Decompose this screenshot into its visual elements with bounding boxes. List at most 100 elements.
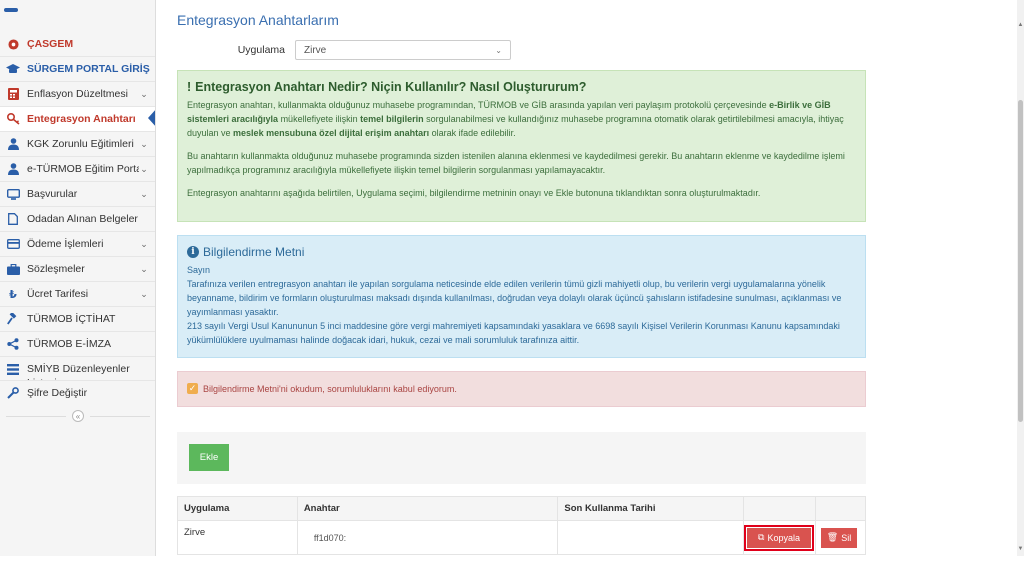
credit-card-icon <box>6 237 20 251</box>
disclosure-heading-text: Bilgilendirme Metni <box>203 245 305 259</box>
exclamation-icon: ! <box>187 80 192 94</box>
app-select[interactable]: Zirve ⌄ <box>295 40 511 60</box>
column-header-actions-2 <box>814 496 867 521</box>
sidebar-item-label: Odadan Alınan Belgeler <box>27 213 138 225</box>
delete-button-label: Sil <box>841 532 852 543</box>
cell-key: ff1d070: <box>296 520 559 555</box>
app-select-label: Uygulama <box>237 44 285 56</box>
sidebar-collapse-button[interactable]: « <box>72 410 84 422</box>
sidebar-item-label: Başvurular <box>27 188 78 200</box>
bottom-strip <box>0 556 1024 576</box>
user-icon <box>6 162 20 176</box>
column-header-actions-1 <box>743 496 816 521</box>
calculator-icon <box>6 87 20 101</box>
consent-checkbox[interactable]: ✓ <box>187 383 198 394</box>
sidebar-item-casgem[interactable]: ÇASGEM <box>0 32 155 57</box>
disclosure-paragraph: Sayın <box>187 265 211 275</box>
cell-delete: 🗑 Sil <box>814 520 867 555</box>
copy-button[interactable]: ⧉ Kopyala <box>744 524 814 551</box>
monitor-icon <box>6 187 20 201</box>
sidebar-item-label: KGK Zorunlu Eğitimleri <box>27 138 134 150</box>
active-indicator <box>148 108 155 128</box>
app-select-value: Zirve <box>304 44 327 56</box>
table-header-row: Uygulama Anahtar Son Kullanma Tarihi <box>177 496 867 521</box>
key-value-field[interactable]: ff1d070: <box>312 527 382 549</box>
sidebar-item-label: SMİYB Düzenleyenler Listesi <box>27 363 130 380</box>
cell-copy: ⧉ Kopyala <box>743 520 816 555</box>
sidebar-item-surgem-portal[interactable]: SÜRGEM PORTAL GİRİŞ <box>0 57 155 82</box>
sidebar-item-entegrasyon[interactable]: Entegrasyon Anahtarı <box>0 107 155 132</box>
sidebar-item-enflasyon[interactable]: Enflasyon Düzeltmesi ⌄ <box>0 82 155 107</box>
chevron-down-icon: ⌄ <box>140 238 148 249</box>
sidebar-item-turmob-eimza[interactable]: TÜRMOB E-İMZA <box>0 332 155 357</box>
trash-icon: 🗑 <box>826 532 839 542</box>
share-icon <box>6 337 20 351</box>
text-span: mükellefiyete ilişkin <box>278 114 361 124</box>
sidebar-item-label: Enflasyon Düzeltmesi <box>27 88 128 100</box>
circle-dot-icon <box>6 37 20 51</box>
add-panel: Ekle <box>177 432 866 484</box>
delete-button[interactable]: 🗑 Sil <box>820 527 857 548</box>
disclosure-heading: i Bilgilendirme Metni <box>187 245 865 259</box>
chevron-down-icon: ⌄ <box>140 188 148 199</box>
money-icon: ₺ <box>9 288 17 301</box>
sidebar-item-label: TÜRMOB E-İMZA <box>27 338 111 350</box>
vertical-scrollbar[interactable]: ▲ ▼ <box>1017 0 1024 556</box>
text-bold: temel bilgilerin <box>360 114 424 124</box>
cell-expiry <box>557 520 744 555</box>
sidebar-item-odeme[interactable]: Ödeme İşlemleri ⌄ <box>0 232 155 257</box>
disclosure-paragraph: Tarafınıza verilen entregrasyon anahtarı… <box>187 279 842 317</box>
scroll-up-icon[interactable]: ▲ <box>1017 22 1024 28</box>
divider <box>6 416 66 417</box>
sidebar-item-turmob-ictihat[interactable]: TÜRMOB İÇTİHAT <box>0 307 155 332</box>
table-row: Zirve ff1d070: ⧉ Kopyala 🗑 Sil <box>177 520 867 555</box>
scroll-down-icon[interactable]: ▼ <box>1017 546 1024 552</box>
keys-table: Uygulama Anahtar Son Kullanma Tarihi Zir… <box>177 496 867 555</box>
sidebar-item-label: SÜRGEM PORTAL GİRİŞ <box>27 63 150 75</box>
graduation-cap-icon <box>6 62 20 76</box>
sidebar-top-partial[interactable] <box>0 0 155 30</box>
consent-text: Bilgilendirme Metni'ni okudum, sorumlulu… <box>203 383 457 394</box>
disclosure-paragraph: 213 sayılı Vergi Usul Kanununun 5 inci m… <box>187 321 840 345</box>
text-span: Entegrasyon anahtarı, kullanmakta olduğu… <box>187 100 770 110</box>
add-button[interactable]: Ekle <box>189 444 229 471</box>
sidebar-item-odadan-belgeler[interactable]: Odadan Alınan Belgeler <box>0 207 155 232</box>
sidebar-item-label: TÜRMOB İÇTİHAT <box>27 313 116 325</box>
info-box-heading: ! Entegrasyon Anahtarı Nedir? Niçin Kulla… <box>187 80 865 94</box>
sidebar-item-sozlesmeler[interactable]: Sözleşmeler ⌄ <box>0 257 155 282</box>
file-icon <box>6 212 20 226</box>
text-span: olarak ifade edilebilir. <box>429 128 516 138</box>
column-header-key: Anahtar <box>296 496 559 521</box>
info-box-heading-text: Entegrasyon Anahtarı Nedir? Niçin Kullan… <box>195 80 587 94</box>
chevron-down-icon: ⌄ <box>495 45 502 55</box>
divider <box>90 416 150 417</box>
info-icon: i <box>187 246 199 258</box>
sidebar-item-sifre-degistir[interactable]: Şifre Değiştir <box>0 380 155 405</box>
scrollbar-thumb[interactable] <box>1018 100 1023 422</box>
info-box-what-is-key: ! Entegrasyon Anahtarı Nedir? Niçin Kulla… <box>177 70 866 222</box>
user-icon <box>6 137 20 151</box>
sidebar-item-label: Şifre Değiştir <box>27 386 88 399</box>
text-bold: meslek mensubuna özel dijital erişim ana… <box>233 128 430 138</box>
consent-box: ✓ Bilgilendirme Metni'ni okudum, sorumlu… <box>177 371 866 407</box>
sidebar-item-label: Sözleşmeler <box>27 263 85 275</box>
sidebar-item-label: Ücret Tarifesi <box>27 288 89 300</box>
briefcase-icon <box>6 262 20 276</box>
sidebar-item-basvurular[interactable]: Başvurular ⌄ <box>0 182 155 207</box>
gavel-icon <box>6 312 20 326</box>
sidebar-item-smiyb[interactable]: SMİYB Düzenleyenler Listesi <box>0 357 155 381</box>
sidebar-item-label: Ödeme İşlemleri <box>27 238 104 250</box>
list-icon <box>6 362 20 376</box>
sidebar-item-label: ÇASGEM <box>27 38 74 50</box>
consent-checkbox-row[interactable]: ✓ Bilgilendirme Metni'ni okudum, sorumlu… <box>187 383 865 394</box>
info-box-disclosure: i Bilgilendirme Metni Sayın Tarafınıza ve… <box>177 235 866 358</box>
column-header-app: Uygulama <box>177 496 298 521</box>
app-root: ÇASGEM SÜRGEM PORTAL GİRİŞ Enflasyon Düz… <box>0 0 1024 576</box>
cell-app: Zirve <box>177 520 298 555</box>
info-paragraph: Entegrasyon anahtarını aşağıda belirtile… <box>187 188 761 198</box>
app-select-row: Uygulama Zirve ⌄ <box>227 40 511 60</box>
copy-button-label: Kopyala <box>767 532 800 543</box>
sidebar-item-kgk[interactable]: KGK Zorunlu Eğitimleri ⌄ <box>0 132 155 157</box>
sidebar-item-ucret-tarifesi[interactable]: ₺ Ücret Tarifesi ⌄ <box>0 282 155 307</box>
sidebar-item-eturmob-egitim[interactable]: e-TÜRMOB Eğitim Portalı ⌄ <box>0 157 155 182</box>
